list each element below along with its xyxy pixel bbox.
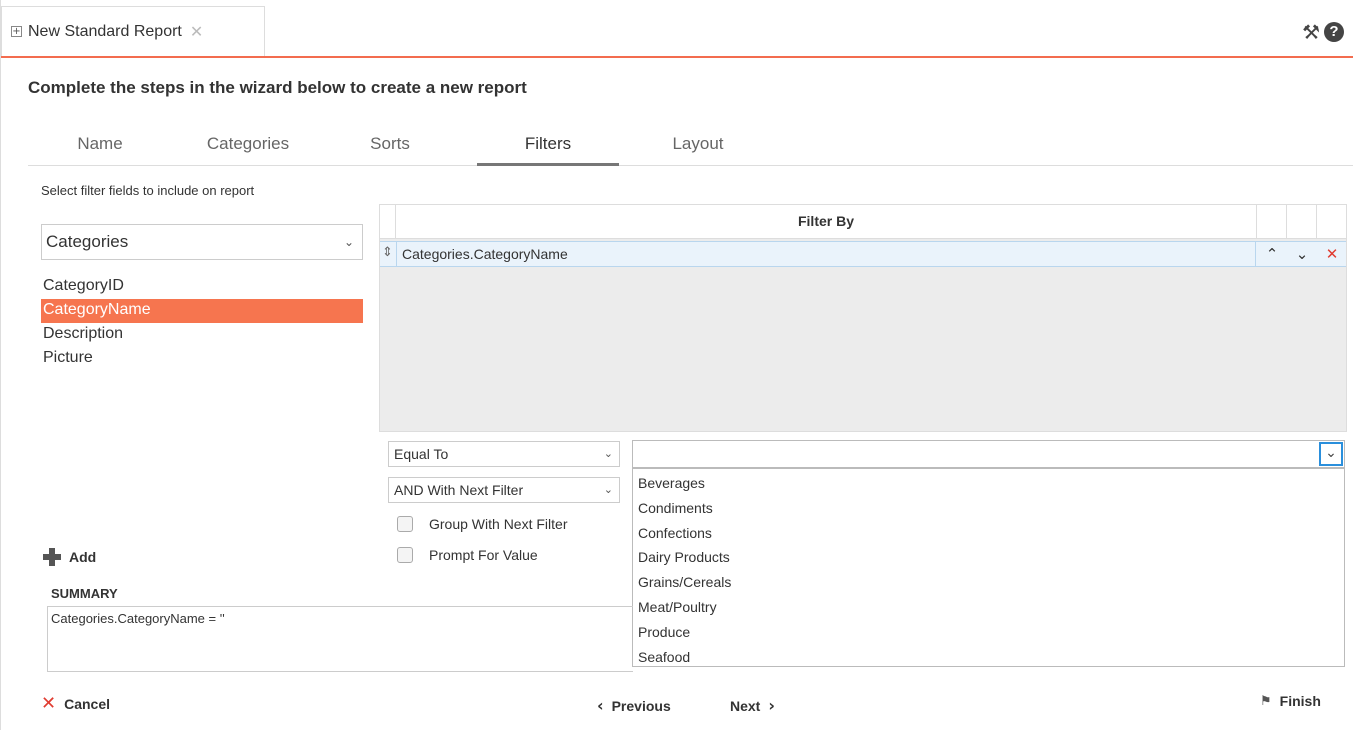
- document-tab[interactable]: + New Standard Report ✕: [1, 6, 265, 56]
- filter-value-dropdown: Beverages Condiments Confections Dairy P…: [632, 468, 1345, 667]
- filter-instruction: Select filter fields to include on repor…: [41, 183, 255, 198]
- move-down-icon[interactable]: ⌄: [1287, 242, 1317, 266]
- tab-name[interactable]: Name: [45, 130, 155, 166]
- dropdown-option[interactable]: Grains/Cereals: [633, 570, 1344, 595]
- plus-icon: [43, 548, 61, 566]
- field-list: CategoryID CategoryName Description Pict…: [41, 275, 363, 371]
- filter-value-input[interactable]: ⌄: [632, 440, 1345, 468]
- help-icon[interactable]: ?: [1324, 22, 1344, 42]
- dropdown-option[interactable]: Meat/Poultry: [633, 595, 1344, 620]
- table-select-value: Categories: [46, 232, 129, 251]
- add-label: Add: [69, 549, 97, 565]
- chevron-down-icon: ⌄: [603, 447, 613, 460]
- finish-button[interactable]: ⚑ Finish: [1260, 693, 1321, 709]
- prompt-for-value-checkbox[interactable]: [397, 547, 413, 563]
- finish-label: Finish: [1279, 693, 1321, 709]
- conjunction-select[interactable]: AND With Next Filter ⌄: [388, 477, 620, 503]
- field-item[interactable]: Picture: [41, 347, 363, 371]
- tab-filters[interactable]: Filters: [477, 130, 619, 166]
- x-icon: ✕: [41, 693, 57, 714]
- table-select[interactable]: Categories ⌄: [41, 224, 363, 260]
- tools-icon[interactable]: ⚒: [1302, 20, 1320, 44]
- next-button[interactable]: Next ›: [730, 696, 775, 715]
- chevron-left-icon: ‹: [597, 696, 604, 715]
- wizard-tabs: Name Categories Sorts Filters Layout: [28, 130, 1353, 166]
- dropdown-option[interactable]: Produce: [633, 620, 1344, 645]
- chevron-right-icon: ›: [768, 696, 775, 715]
- chevron-down-icon: ⌄: [603, 483, 613, 496]
- group-with-next-checkbox-row[interactable]: Group With Next Filter: [397, 514, 567, 534]
- cancel-label: Cancel: [64, 695, 111, 712]
- summary-text: Categories.CategoryName = '': [47, 606, 633, 672]
- previous-label: Previous: [611, 697, 671, 714]
- toolbar-tools: ⚒ ?: [1302, 20, 1344, 44]
- operator-select[interactable]: Equal To ⌄: [388, 441, 620, 467]
- expand-icon[interactable]: +: [11, 26, 22, 37]
- conjunction-select-value: AND With Next Filter: [394, 482, 524, 498]
- tab-sorts[interactable]: Sorts: [345, 130, 435, 166]
- field-item-selected[interactable]: CategoryName: [41, 299, 363, 323]
- cancel-button[interactable]: ✕ Cancel: [41, 693, 110, 714]
- dropdown-option[interactable]: Dairy Products: [633, 545, 1344, 570]
- report-wizard-window: + New Standard Report ✕ ⚒ ? Complete the…: [0, 0, 1353, 730]
- finish-flag-icon: ⚑: [1260, 693, 1272, 709]
- move-up-icon[interactable]: ⌃: [1257, 242, 1287, 266]
- filter-grid-header: Filter By: [380, 205, 1346, 239]
- field-item[interactable]: CategoryID: [41, 275, 363, 299]
- grid-header-cell: [1316, 205, 1346, 239]
- dropdown-option[interactable]: Beverages: [633, 471, 1344, 496]
- chevron-down-icon: ⌄: [343, 235, 354, 249]
- chevron-down-icon[interactable]: ⌄: [1319, 442, 1343, 466]
- summary-label: SUMMARY: [51, 586, 118, 601]
- sort-handle-icon[interactable]: ⇕: [382, 245, 393, 260]
- dropdown-option[interactable]: Confections: [633, 521, 1344, 546]
- filter-field-cell: Categories.CategoryName: [396, 242, 1256, 266]
- field-item[interactable]: Description: [41, 323, 363, 347]
- delete-icon[interactable]: ✕: [1317, 242, 1347, 266]
- document-tab-title: New Standard Report: [28, 22, 182, 40]
- tab-categories[interactable]: Categories: [188, 130, 308, 166]
- close-icon[interactable]: ✕: [190, 22, 203, 41]
- previous-button[interactable]: ‹ Previous: [597, 696, 671, 715]
- dropdown-option[interactable]: Condiments: [633, 496, 1344, 521]
- tab-layout[interactable]: Layout: [648, 130, 748, 166]
- filter-by-header: Filter By: [797, 213, 854, 229]
- group-with-next-checkbox[interactable]: [397, 516, 413, 532]
- group-with-next-label: Group With Next Filter: [429, 516, 568, 532]
- grid-header-cell: [1256, 205, 1286, 239]
- document-tab-strip: + New Standard Report ✕ ⚒ ?: [1, 0, 1353, 58]
- grid-handle-column: [380, 205, 396, 239]
- filter-grid: Filter By ⇕ Categories.CategoryName ⌃ ⌄ …: [379, 204, 1347, 432]
- table-row[interactable]: ⇕ Categories.CategoryName ⌃ ⌄ ✕: [380, 241, 1346, 267]
- prompt-for-value-checkbox-row[interactable]: Prompt For Value: [397, 545, 538, 565]
- operator-select-value: Equal To: [394, 446, 449, 462]
- add-button[interactable]: Add: [43, 548, 96, 566]
- prompt-for-value-label: Prompt For Value: [429, 547, 538, 563]
- grid-header-cell: [1286, 205, 1316, 239]
- dropdown-option[interactable]: Seafood: [633, 645, 1344, 670]
- next-label: Next: [730, 697, 761, 714]
- page-title: Complete the steps in the wizard below t…: [28, 78, 527, 97]
